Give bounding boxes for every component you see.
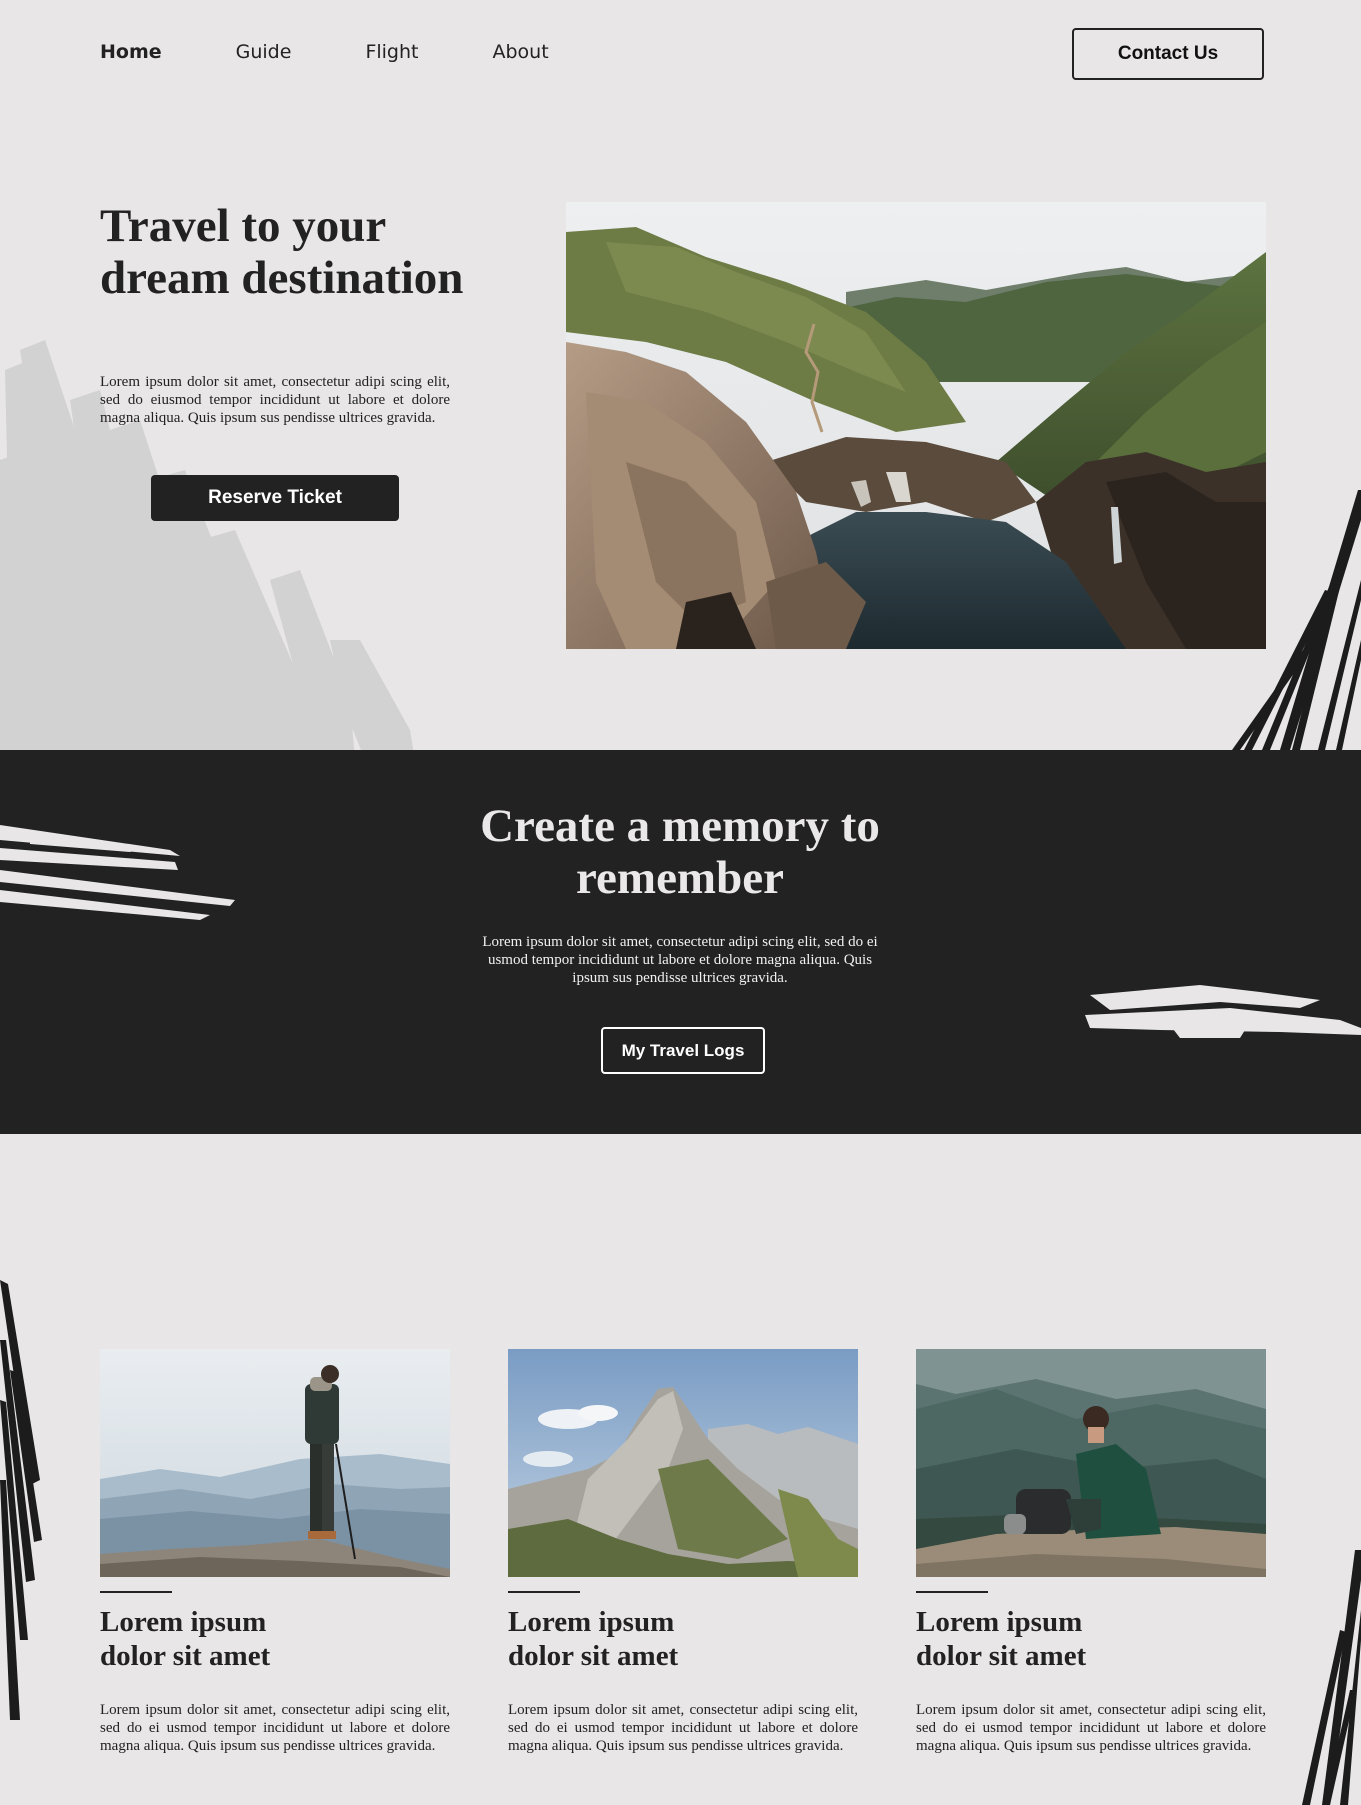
brush-stroke-decoration [1302, 1550, 1361, 1805]
hiker-on-summit-photo [100, 1349, 450, 1577]
hero-description: Lorem ipsum dolor sit amet, consectetur … [100, 374, 450, 426]
seated-hiker-valley-photo [916, 1349, 1266, 1577]
reserve-ticket-button[interactable]: Reserve Ticket [151, 475, 399, 521]
memory-description: Lorem ipsum dolor sit amet, consectetur … [482, 934, 878, 986]
nav-link-flight[interactable]: Flight [365, 38, 418, 66]
nav-link-about[interactable]: About [492, 38, 548, 66]
memory-section: Create a memory to remember Lorem ipsum … [0, 750, 1361, 1134]
card-title: Lorem ipsum dolor sit amet [916, 1606, 1087, 1672]
hero-title: Travel to your dream destination [100, 200, 464, 304]
card-divider [508, 1591, 580, 1593]
card-description: Lorem ipsum dolor sit amet, consectetur … [100, 1702, 450, 1754]
coastal-canyon-photo [566, 202, 1266, 649]
nav-links: Home Guide Flight About [100, 38, 623, 66]
nav-link-home[interactable]: Home [100, 38, 162, 66]
nav-link-guide[interactable]: Guide [236, 38, 292, 66]
brush-stroke-decoration [0, 1280, 42, 1720]
card-divider [100, 1591, 172, 1593]
card-divider [916, 1591, 988, 1593]
card-title: Lorem ipsum dolor sit amet [100, 1606, 271, 1672]
brush-stroke-decoration [0, 825, 235, 920]
card-3[interactable]: Lorem ipsum dolor sit amet Lorem ipsum d… [916, 1349, 1266, 1755]
hero-section: Travel to your dream destination Lorem i… [0, 110, 1361, 750]
memory-title: Create a memory to remember [480, 800, 880, 904]
card-description: Lorem ipsum dolor sit amet, consectetur … [508, 1702, 858, 1754]
card-2[interactable]: Lorem ipsum dolor sit amet Lorem ipsum d… [508, 1349, 858, 1755]
card-1[interactable]: Lorem ipsum dolor sit amet Lorem ipsum d… [100, 1349, 450, 1755]
rocky-peak-photo [508, 1349, 858, 1577]
my-travel-logs-button[interactable]: My Travel Logs [601, 1027, 765, 1074]
card-title: Lorem ipsum dolor sit amet [508, 1606, 679, 1672]
card-description: Lorem ipsum dolor sit amet, consectetur … [916, 1702, 1266, 1754]
brush-stroke-decoration [1085, 985, 1361, 1038]
top-nav: Home Guide Flight About Contact Us [0, 0, 1361, 110]
contact-us-button[interactable]: Contact Us [1072, 28, 1264, 80]
